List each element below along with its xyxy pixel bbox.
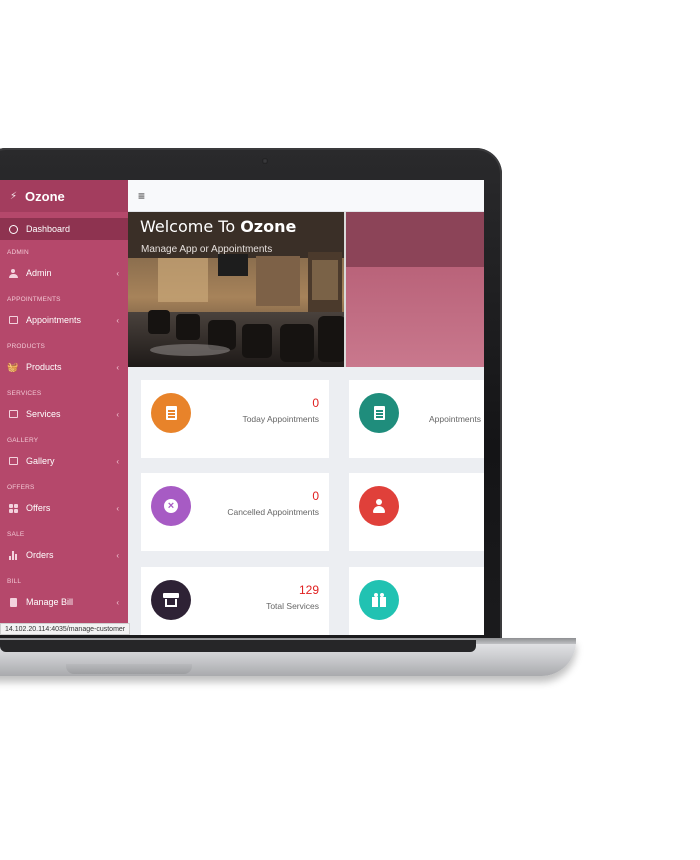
sidebar-item-services[interactable]: Services ‹ (0, 400, 128, 428)
screen-hinge (0, 640, 476, 652)
sidebar-item-admin[interactable]: Admin ‹ (0, 259, 128, 287)
hero-banner-accent-top (346, 212, 484, 267)
chevron-left-icon: ‹ (116, 503, 119, 513)
brand[interactable]: ⚡ Ozone (0, 180, 128, 212)
stat-label: Cancelled Appointments (227, 507, 319, 517)
chevron-left-icon: ‹ (116, 409, 119, 419)
sidebar-item-manage-bill[interactable]: Manage Bill ‹ (0, 588, 128, 616)
sidebar-section-header: APPOINTMENTS (7, 296, 61, 303)
sidebar-item-dashboard[interactable]: Dashboard (0, 218, 128, 240)
chevron-left-icon: ‹ (116, 597, 119, 607)
sidebar-section-header: OFFERS (7, 484, 35, 491)
chevron-left-icon: ‹ (116, 362, 119, 372)
stat-label: Total Services (266, 601, 319, 611)
sidebar-item-label: Admin (26, 268, 52, 278)
welcome-brand: Ozone (240, 217, 297, 236)
stat-card-today-appointments[interactable]: 0 Today Appointments (141, 380, 329, 458)
document-icon (151, 393, 191, 433)
chevron-left-icon: ‹ (116, 268, 119, 278)
sidebar-section-header: BILL (7, 578, 22, 585)
sidebar-item-label: Products (26, 362, 62, 372)
brand-name: Ozone (25, 188, 65, 204)
stat-card-customers[interactable] (349, 473, 484, 551)
laptop-screen: ⚡ Ozone Dashboard ADMIN Admin ‹ APPOINTM… (0, 180, 484, 635)
user-icon (359, 486, 399, 526)
stat-value: 0 (312, 489, 319, 503)
basket-icon: 🧺 (7, 361, 19, 372)
sidebar-item-label: Manage Bill (26, 597, 74, 607)
sidebar-item-products[interactable]: 🧺 Products ‹ (0, 353, 128, 381)
stat-value: 129 (298, 583, 319, 597)
stat-card-appointments[interactable]: Appointments (349, 380, 484, 458)
sidebar-item-orders[interactable]: Orders ‹ (0, 541, 128, 569)
dashboard-icon (8, 224, 18, 234)
menu-toggle-icon[interactable]: ≡ (138, 189, 145, 203)
bolt-icon: ⚡ (10, 190, 18, 202)
chevron-left-icon: ‹ (116, 456, 119, 466)
sidebar-item-label: Gallery (26, 456, 55, 466)
sidebar-section-header: SERVICES (7, 390, 42, 397)
gift-icon (359, 580, 399, 620)
welcome-title: Welcome To Ozone (140, 217, 296, 236)
sidebar-section-header: GALLERY (7, 437, 39, 444)
document-icon (359, 393, 399, 433)
stat-label: Appointments (429, 414, 481, 424)
sidebar-item-offers[interactable]: Offers ‹ (0, 494, 128, 522)
stat-card-offers[interactable] (349, 567, 484, 635)
chevron-left-icon: ‹ (116, 315, 119, 325)
list-icon (8, 315, 18, 325)
grid-icon (8, 503, 18, 513)
sidebar-item-label: Offers (26, 503, 51, 513)
sidebar: ⚡ Ozone Dashboard ADMIN Admin ‹ APPOINTM… (0, 180, 128, 635)
status-url: 14.102.20.114:4035/manage-customer (0, 623, 131, 635)
sidebar-item-label: Dashboard (26, 224, 71, 234)
stat-card-total-services[interactable]: 129 Total Services (141, 567, 329, 635)
stat-value: 0 (312, 396, 319, 410)
stat-card-cancelled-appointments[interactable]: × 0 Cancelled Appointments (141, 473, 329, 551)
top-navbar: ≡ (128, 180, 484, 212)
card-icon (8, 409, 18, 419)
stat-label: Today Appointments (242, 414, 319, 424)
sidebar-item-appointments[interactable]: Appointments ‹ (0, 306, 128, 334)
sidebar-item-label: Appointments (26, 315, 82, 325)
welcome-subtitle: Manage App or Appointments (141, 244, 273, 255)
webcam (262, 158, 268, 164)
bar-chart-icon (8, 550, 18, 560)
image-icon (8, 456, 18, 466)
hero-banner: Welcome To Ozone Manage App or Appointme… (128, 212, 346, 367)
cancel-icon: × (151, 486, 191, 526)
sidebar-section-header: PRODUCTS (7, 343, 46, 350)
sidebar-section-header: ADMIN (7, 249, 29, 256)
laptop-notch (66, 664, 192, 674)
sidebar-item-label: Services (26, 409, 61, 419)
user-icon (8, 268, 18, 278)
welcome-prefix: Welcome To (140, 217, 241, 236)
store-icon (151, 580, 191, 620)
sidebar-section-header: SALE (7, 531, 25, 538)
sidebar-item-gallery[interactable]: Gallery ‹ (0, 447, 128, 475)
sidebar-item-label: Orders (26, 550, 54, 560)
document-icon (8, 597, 18, 607)
chevron-left-icon: ‹ (116, 550, 119, 560)
